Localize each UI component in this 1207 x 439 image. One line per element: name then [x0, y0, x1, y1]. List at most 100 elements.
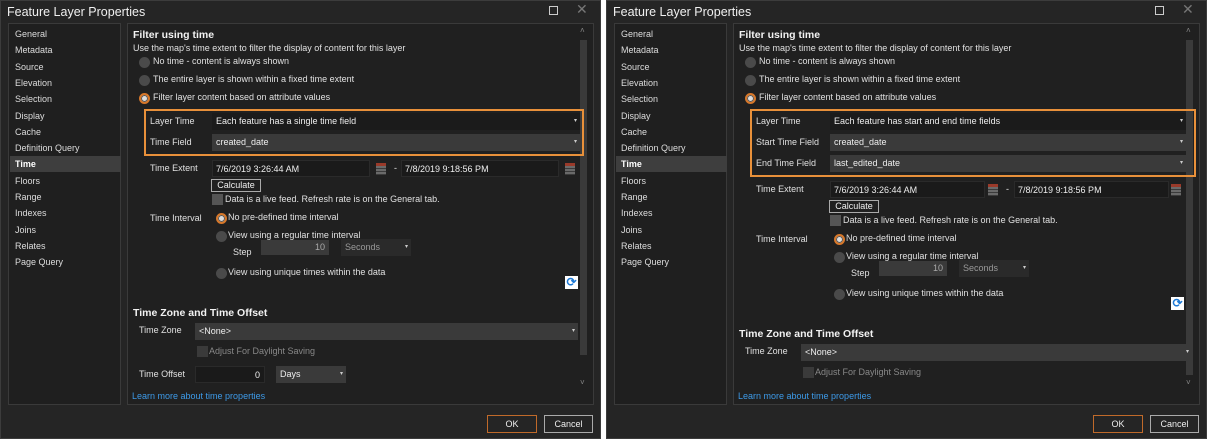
time-mode-label[interactable]: No time - content is always shown	[759, 56, 895, 66]
time-field-dropdown[interactable]: created_date ▾	[830, 134, 1186, 151]
time-mode-label[interactable]: Filter layer content based on attribute …	[153, 92, 330, 102]
sidebar-item-display[interactable]: Display	[616, 108, 727, 124]
sidebar-item-joins[interactable]: Joins	[616, 222, 727, 238]
end-time-input[interactable]: 7/8/2019 9:18:56 PM	[401, 160, 559, 177]
time-mode-radio[interactable]	[745, 93, 756, 104]
sidebar-item-floors[interactable]: Floors	[616, 173, 727, 189]
close-icon[interactable]: ✕	[1182, 1, 1194, 18]
time-mode-radio[interactable]	[139, 93, 150, 104]
sidebar-item-source[interactable]: Source	[616, 59, 727, 75]
time-mode-radio[interactable]	[139, 75, 150, 86]
step-unit-dropdown[interactable]: Seconds ▾	[959, 260, 1029, 277]
sidebar-item-metadata[interactable]: Metadata	[10, 42, 121, 58]
sidebar-item-definition-query[interactable]: Definition Query	[10, 140, 121, 156]
learn-more-link[interactable]: Learn more about time properties	[132, 391, 265, 401]
interval-option-label[interactable]: View using unique times within the data	[228, 267, 385, 277]
learn-more-link[interactable]: Learn more about time properties	[738, 391, 871, 401]
end-time-input[interactable]: 7/8/2019 9:18:56 PM	[1014, 181, 1169, 198]
sidebar-item-selection[interactable]: Selection	[10, 91, 121, 107]
sidebar-item-elevation[interactable]: Elevation	[10, 75, 121, 91]
sidebar-item-elevation[interactable]: Elevation	[616, 75, 727, 91]
time-mode-label[interactable]: The entire layer is shown within a fixed…	[153, 74, 354, 84]
sidebar-item-indexes[interactable]: Indexes	[616, 205, 727, 221]
calendar-icon[interactable]	[565, 163, 575, 175]
live-feed-label[interactable]: Data is a live feed. Refresh rate is on …	[843, 215, 1058, 225]
time-field-dropdown[interactable]: created_date ▾	[212, 134, 580, 151]
scroll-up-icon[interactable]: ˄	[1186, 26, 1191, 35]
sidebar-item-page-query[interactable]: Page Query	[616, 254, 727, 270]
live-feed-checkbox[interactable]	[212, 194, 223, 205]
time-mode-radio[interactable]	[745, 57, 756, 68]
time-mode-label[interactable]: No time - content is always shown	[153, 56, 289, 66]
scrollbar-thumb[interactable]	[580, 40, 587, 355]
sidebar-item-page-query[interactable]: Page Query	[10, 254, 121, 270]
scroll-down-icon[interactable]: ˅	[580, 378, 585, 387]
sidebar-item-range[interactable]: Range	[10, 189, 121, 205]
scrollbar[interactable]: ˄ ˅	[578, 26, 590, 402]
sidebar-item-time[interactable]: Time	[616, 156, 727, 173]
sidebar-item-range[interactable]: Range	[616, 189, 727, 205]
sidebar-item-selection[interactable]: Selection	[616, 91, 727, 107]
close-icon[interactable]: ✕	[576, 1, 588, 18]
sidebar-item-cache[interactable]: Cache	[10, 124, 121, 140]
refresh-icon[interactable]: ⟳	[565, 276, 578, 289]
time-offset-unit-dropdown[interactable]: Days ▾	[276, 366, 346, 383]
time-zone-dropdown[interactable]: <None> ▾	[195, 323, 578, 340]
sidebar-item-metadata[interactable]: Metadata	[616, 42, 727, 58]
sidebar-item-cache[interactable]: Cache	[616, 124, 727, 140]
sidebar-item-general[interactable]: General	[10, 26, 121, 42]
layer-time-dropdown[interactable]: Each feature has a single time field ▾	[212, 113, 580, 130]
sidebar-item-relates[interactable]: Relates	[10, 238, 121, 254]
ok-button[interactable]: OK	[487, 415, 537, 433]
time-offset-input[interactable]: 0	[195, 366, 265, 383]
interval-radio[interactable]	[216, 268, 227, 279]
time-mode-radio[interactable]	[745, 75, 756, 86]
sidebar-item-general[interactable]: General	[616, 26, 727, 42]
step-input[interactable]: 10	[879, 261, 947, 276]
scrollbar-thumb[interactable]	[1186, 40, 1193, 375]
interval-option-label[interactable]: No pre-defined time interval	[846, 233, 957, 243]
cancel-button[interactable]: Cancel	[1150, 415, 1199, 433]
start-time-input[interactable]: 7/6/2019 3:26:44 AM	[212, 160, 370, 177]
sidebar-item-floors[interactable]: Floors	[10, 173, 121, 189]
layer-time-dropdown[interactable]: Each feature has start and end time fiel…	[830, 113, 1186, 130]
scroll-down-icon[interactable]: ˅	[1186, 378, 1191, 387]
step-unit-dropdown[interactable]: Seconds ▾	[341, 239, 411, 256]
time-mode-label[interactable]: The entire layer is shown within a fixed…	[759, 74, 960, 84]
interval-radio[interactable]	[834, 252, 845, 263]
interval-radio[interactable]	[216, 231, 227, 242]
sidebar-item-time[interactable]: Time	[10, 156, 121, 173]
sidebar-item-source[interactable]: Source	[10, 59, 121, 75]
daylight-saving-checkbox[interactable]	[197, 346, 208, 357]
calendar-icon[interactable]	[1171, 184, 1181, 196]
cancel-button[interactable]: Cancel	[544, 415, 593, 433]
refresh-icon[interactable]: ⟳	[1171, 297, 1184, 310]
step-input[interactable]: 10	[261, 240, 329, 255]
ok-button[interactable]: OK	[1093, 415, 1143, 433]
calendar-icon[interactable]	[988, 184, 998, 196]
interval-radio[interactable]	[834, 234, 845, 245]
interval-option-label[interactable]: View using unique times within the data	[846, 288, 1003, 298]
maximize-icon[interactable]	[549, 6, 558, 15]
scroll-up-icon[interactable]: ˄	[580, 26, 585, 35]
calendar-icon[interactable]	[376, 163, 386, 175]
time-mode-label[interactable]: Filter layer content based on attribute …	[759, 92, 936, 102]
maximize-icon[interactable]	[1155, 6, 1164, 15]
time-mode-radio[interactable]	[139, 57, 150, 68]
calculate-button[interactable]: Calculate	[211, 179, 261, 192]
calculate-button[interactable]: Calculate	[829, 200, 879, 213]
sidebar-item-display[interactable]: Display	[10, 108, 121, 124]
time-field-dropdown[interactable]: last_edited_date ▾	[830, 155, 1186, 172]
sidebar-item-indexes[interactable]: Indexes	[10, 205, 121, 221]
daylight-saving-checkbox[interactable]	[803, 367, 814, 378]
start-time-input[interactable]: 7/6/2019 3:26:44 AM	[830, 181, 985, 198]
live-feed-label[interactable]: Data is a live feed. Refresh rate is on …	[225, 194, 440, 204]
sidebar-item-joins[interactable]: Joins	[10, 222, 121, 238]
interval-option-label[interactable]: No pre-defined time interval	[228, 212, 339, 222]
interval-radio[interactable]	[834, 289, 845, 300]
sidebar-item-definition-query[interactable]: Definition Query	[616, 140, 727, 156]
sidebar-item-relates[interactable]: Relates	[616, 238, 727, 254]
time-zone-dropdown[interactable]: <None> ▾	[801, 344, 1192, 361]
interval-radio[interactable]	[216, 213, 227, 224]
live-feed-checkbox[interactable]	[830, 215, 841, 226]
